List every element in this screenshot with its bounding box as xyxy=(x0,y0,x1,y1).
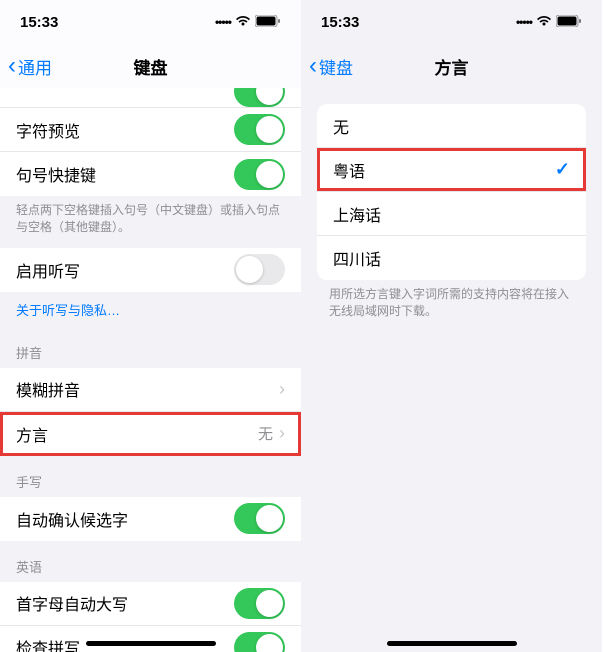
nav-bar: ‹ 通用 键盘 xyxy=(0,44,301,88)
row-auto-cap[interactable]: 首字母自动大写 xyxy=(0,582,301,626)
row-enable-dictation[interactable]: 启用听写 xyxy=(0,248,301,292)
section-header-english: 英语 xyxy=(0,541,301,582)
row-spell-check[interactable]: 检查拼写 xyxy=(0,626,301,652)
row-value: 无 xyxy=(258,423,273,444)
battery-icon xyxy=(255,14,281,31)
status-icons: ••••• xyxy=(516,14,582,31)
row-dialect[interactable]: 方言 无 › xyxy=(0,412,301,456)
section-header-handwriting: 手写 xyxy=(0,456,301,497)
chevron-left-icon: ‹ xyxy=(309,52,317,80)
battery-icon xyxy=(556,14,582,31)
chevron-right-icon: › xyxy=(279,423,285,444)
row-auto-confirm[interactable]: 自动确认候选字 xyxy=(0,497,301,541)
back-label: 通用 xyxy=(18,54,52,79)
row-partial[interactable] xyxy=(0,88,301,108)
toggle-switch[interactable] xyxy=(234,114,285,145)
toggle-switch[interactable] xyxy=(234,254,285,285)
toggle-switch[interactable] xyxy=(234,588,285,619)
option-cantonese[interactable]: 粤语 ✓ xyxy=(317,148,586,192)
dictation-privacy-link[interactable]: 关于听写与隐私… xyxy=(0,292,301,327)
page-title: 方言 xyxy=(435,54,469,79)
status-bar: 15:33 ••••• xyxy=(301,0,602,44)
section-header-pinyin: 拼音 xyxy=(0,327,301,368)
toggle-switch[interactable] xyxy=(234,632,285,652)
back-button[interactable]: ‹ 键盘 xyxy=(309,52,353,80)
status-icons: ••••• xyxy=(215,14,281,31)
footer-note: 用所选方言键入字词所需的支持内容将在接入无线局域网时下载。 xyxy=(301,280,602,332)
option-none[interactable]: 无 xyxy=(317,104,586,148)
row-fuzzy-pinyin[interactable]: 模糊拼音 › xyxy=(0,368,301,412)
status-time: 15:33 xyxy=(321,14,359,31)
row-period-shortcut[interactable]: 句号快捷键 xyxy=(0,152,301,196)
cellular-icon: ••••• xyxy=(215,15,231,29)
footer-note: 轻点两下空格键插入句号（中文键盘）或插入句点与空格（其他键盘）。 xyxy=(0,196,301,248)
back-button[interactable]: ‹ 通用 xyxy=(8,52,52,80)
home-indicator[interactable] xyxy=(387,641,517,646)
wifi-icon xyxy=(235,14,251,31)
page-title: 键盘 xyxy=(134,54,168,79)
status-time: 15:33 xyxy=(20,14,58,31)
checkmark-icon: ✓ xyxy=(555,159,570,180)
home-indicator[interactable] xyxy=(86,641,216,646)
chevron-right-icon: › xyxy=(279,379,285,400)
toggle-switch[interactable] xyxy=(234,88,285,107)
back-label: 键盘 xyxy=(319,54,353,79)
cellular-icon: ••••• xyxy=(516,15,532,29)
nav-bar: ‹ 键盘 方言 xyxy=(301,44,602,88)
toggle-switch[interactable] xyxy=(234,503,285,534)
row-char-preview[interactable]: 字符预览 xyxy=(0,108,301,152)
toggle-switch[interactable] xyxy=(234,159,285,190)
wifi-icon xyxy=(536,14,552,31)
option-sichuanese[interactable]: 四川话 xyxy=(317,236,586,280)
status-bar: 15:33 ••••• xyxy=(0,0,301,44)
chevron-left-icon: ‹ xyxy=(8,52,16,80)
option-shanghainese[interactable]: 上海话 xyxy=(317,192,586,236)
